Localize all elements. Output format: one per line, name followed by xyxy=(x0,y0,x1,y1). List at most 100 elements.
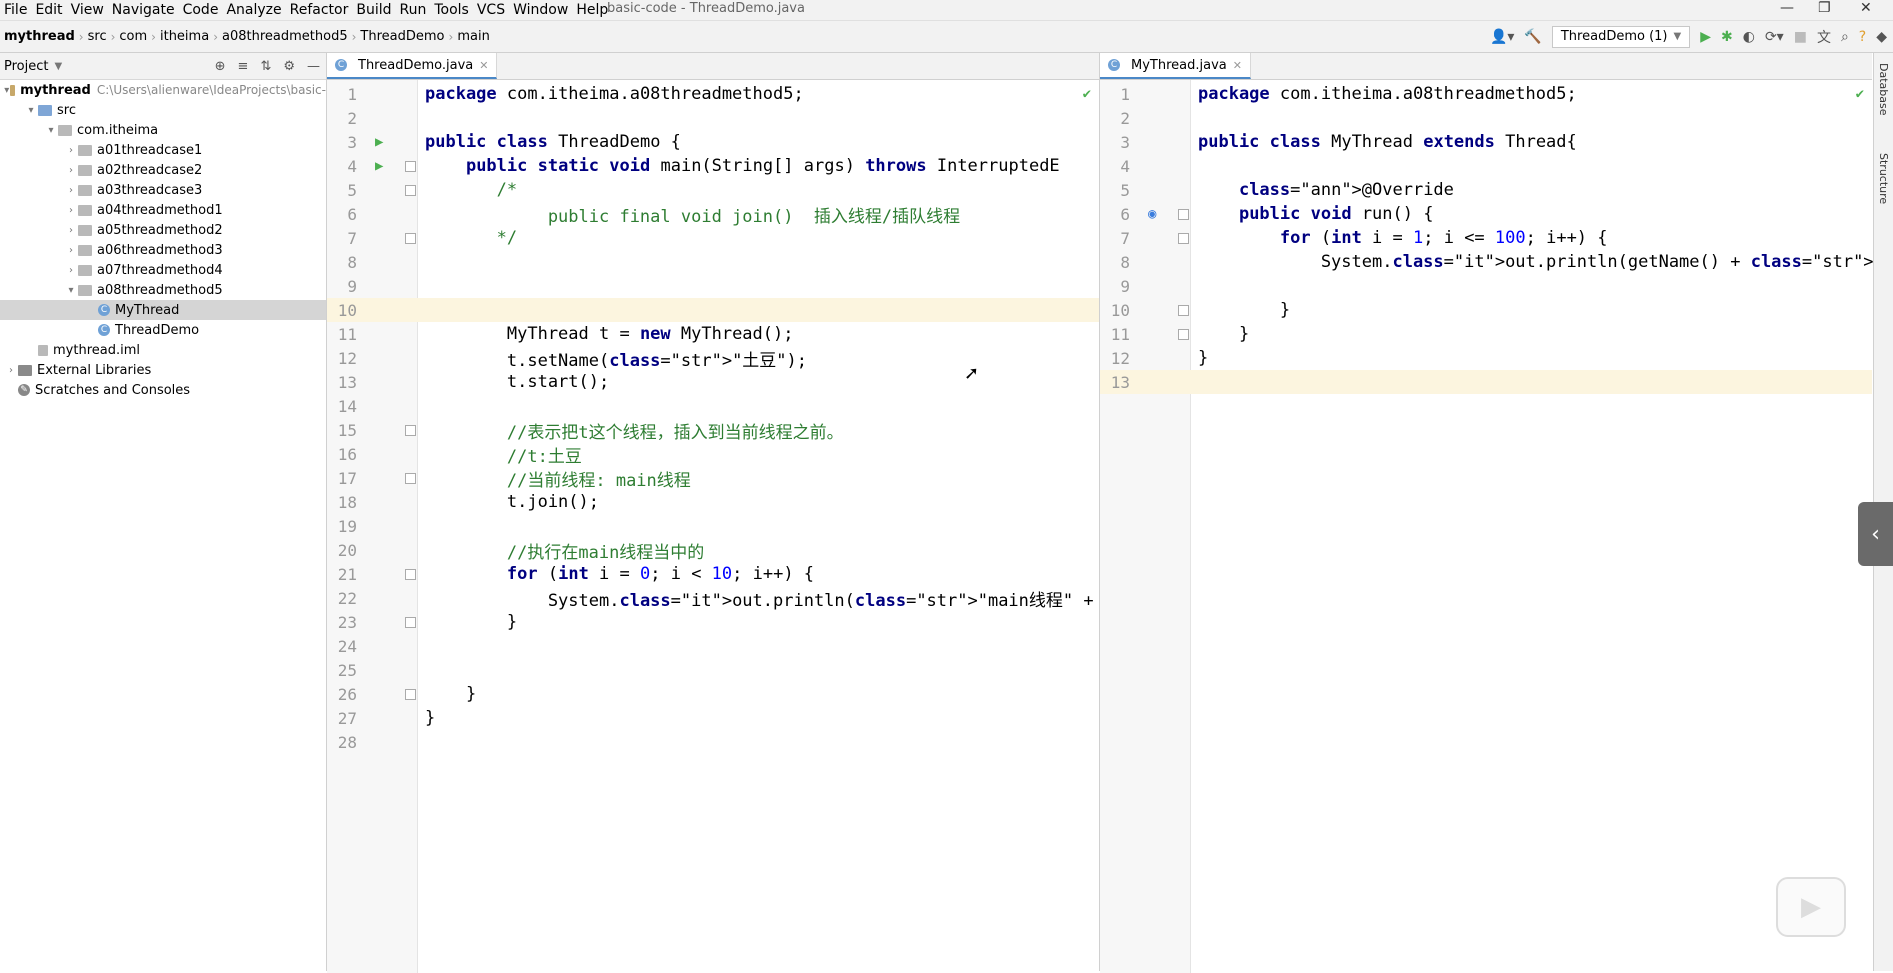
fold-icon[interactable] xyxy=(1178,232,1189,244)
chevron-right-icon[interactable]: › xyxy=(64,185,78,196)
search-icon[interactable]: ⌕ xyxy=(1841,29,1849,45)
tree-item[interactable]: › a04threadmethod1 xyxy=(0,200,326,220)
code-line[interactable]: 25 xyxy=(327,658,1099,682)
breadcrumb-item[interactable]: src xyxy=(84,29,111,44)
code-line[interactable]: 16 //t:土豆 xyxy=(327,442,1099,467)
tab-threaddemo[interactable]: C ThreadDemo.java ✕ xyxy=(327,53,498,79)
menu-build[interactable]: Build xyxy=(352,2,395,18)
code-line[interactable]: 5 /* xyxy=(327,178,1099,202)
tree-item[interactable]: ✎ Scratches and Consoles xyxy=(0,380,326,400)
collapse-all-icon[interactable]: ⇅ xyxy=(260,59,271,74)
menu-edit[interactable]: Edit xyxy=(31,2,66,18)
code-line[interactable]: 9 xyxy=(1100,274,1872,298)
code-line[interactable]: 26 } xyxy=(327,682,1099,706)
chevron-down-icon[interactable]: ▼ xyxy=(54,61,62,72)
code-line[interactable]: 4 xyxy=(1100,154,1872,178)
code-line[interactable]: 20 //执行在main线程当中的 xyxy=(327,538,1099,563)
chevron-right-icon[interactable]: › xyxy=(64,225,78,236)
profile-icon[interactable]: ⟳▾ xyxy=(1765,29,1784,45)
close-icon[interactable]: ✕ xyxy=(1860,0,1872,16)
menu-view[interactable]: View xyxy=(67,2,108,18)
code-line[interactable]: 2 xyxy=(1100,106,1872,130)
menu-run[interactable]: Run xyxy=(396,2,431,18)
fold-icon[interactable] xyxy=(405,184,416,196)
code-line[interactable]: 6 ◉ public void run() { xyxy=(1100,202,1872,226)
menu-tools[interactable]: Tools xyxy=(430,2,473,18)
fold-icon[interactable] xyxy=(1178,304,1189,316)
code-line[interactable]: 4 ▶ public static void main(String[] args… xyxy=(327,154,1099,178)
code-line[interactable]: 17 //当前线程: main线程 xyxy=(327,466,1099,491)
menu-navigate[interactable]: Navigate xyxy=(108,2,179,18)
chevron-right-icon[interactable]: › xyxy=(64,205,78,216)
chevron-down-icon[interactable]: ▾ xyxy=(64,285,78,296)
code-line[interactable]: 8 System.class="it">out.println(getName(… xyxy=(1100,250,1893,274)
code-area-right[interactable]: ✔ 1 package com.itheima.a08threadmethod5;… xyxy=(1100,80,1893,973)
chevron-right-icon[interactable]: › xyxy=(64,245,78,256)
database-tab[interactable]: Database xyxy=(1877,63,1890,116)
code-line[interactable]: 11 MyThread t = new MyThread(); xyxy=(327,322,1099,346)
plugin-icon[interactable]: ◆ xyxy=(1876,29,1887,45)
code-line[interactable]: 12 t.setName(class="str">"土豆"); xyxy=(327,346,1099,371)
help-icon[interactable]: ? xyxy=(1859,29,1866,45)
override-gutter-icon[interactable]: ◉ xyxy=(1148,206,1156,222)
minimize-icon[interactable]: — xyxy=(1780,0,1794,16)
menu-vcs[interactable]: VCS xyxy=(473,2,509,18)
restore-icon[interactable]: ❐ xyxy=(1818,0,1831,16)
run-configuration-select[interactable]: ThreadDemo (1) ▼ xyxy=(1551,25,1691,48)
menu-refactor[interactable]: Refactor xyxy=(286,2,353,18)
menu-file[interactable]: File xyxy=(0,2,31,18)
tree-item[interactable]: C ThreadDemo xyxy=(0,320,326,340)
fold-icon[interactable] xyxy=(1178,208,1189,220)
tab-mythread[interactable]: C MyThread.java ✕ xyxy=(1100,53,1251,79)
coverage-icon[interactable]: ◐ xyxy=(1743,29,1755,45)
code-line[interactable]: 5 class="ann">@Override xyxy=(1100,178,1872,202)
tree-item[interactable]: C MyThread xyxy=(0,300,326,320)
tree-item[interactable]: › a01threadcase1 xyxy=(0,140,326,160)
tree-item[interactable]: › a07threadmethod4 xyxy=(0,260,326,280)
chevron-down-icon[interactable]: ▾ xyxy=(44,125,58,136)
run-gutter-icon[interactable]: ▶ xyxy=(375,134,383,150)
code-line[interactable]: 7 for (int i = 1; i <= 100; i++) { xyxy=(1100,226,1872,250)
tree-item[interactable]: ▾ a08threadmethod5 xyxy=(0,280,326,300)
tree-item[interactable]: › a03threadcase3 xyxy=(0,180,326,200)
chevron-right-icon[interactable]: › xyxy=(64,145,78,156)
gear-icon[interactable]: ⚙ xyxy=(283,59,295,74)
code-line[interactable]: 21 for (int i = 0; i < 10; i++) { xyxy=(327,562,1099,586)
close-tab-icon[interactable]: ✕ xyxy=(479,59,488,72)
code-line[interactable]: 9 xyxy=(327,274,1099,298)
breadcrumb-item[interactable]: mythread xyxy=(0,29,79,44)
code-line[interactable]: 15 //表示把t这个线程，插入到当前线程之前。 xyxy=(327,418,1099,443)
code-line[interactable]: 3 ▶ public class ThreadDemo { xyxy=(327,130,1099,154)
code-line[interactable]: 10 } xyxy=(1100,298,1872,322)
debug-icon[interactable]: ✱ xyxy=(1721,29,1733,45)
close-tab-icon[interactable]: ✕ xyxy=(1233,59,1242,72)
tree-item[interactable]: › a05threadmethod2 xyxy=(0,220,326,240)
fold-icon[interactable] xyxy=(1178,328,1189,340)
menu-analyze[interactable]: Analyze xyxy=(222,2,285,18)
locate-icon[interactable]: ⊕ xyxy=(215,59,226,74)
fold-icon[interactable] xyxy=(405,688,416,700)
tree-item[interactable]: ▾ src xyxy=(0,100,326,120)
code-line[interactable]: 23 } xyxy=(327,610,1099,634)
code-line[interactable]: 3 public class MyThread extends Thread{ xyxy=(1100,130,1872,154)
build-icon[interactable]: 🔨 xyxy=(1524,29,1541,45)
project-view-selector[interactable]: Project xyxy=(4,59,48,74)
code-area-left[interactable]: ✔ 1 package com.itheima.a08threadmethod5;… xyxy=(327,80,1135,973)
code-line[interactable]: 1 package com.itheima.a08threadmethod5; xyxy=(327,82,1099,106)
fold-icon[interactable] xyxy=(405,424,416,436)
menu-window[interactable]: Window xyxy=(509,2,572,18)
breadcrumb-item[interactable]: a08threadmethod5 xyxy=(218,29,352,44)
code-line[interactable]: 1 package com.itheima.a08threadmethod5; xyxy=(1100,82,1872,106)
chevron-left-icon[interactable]: ‹ xyxy=(1858,502,1893,566)
code-line[interactable]: 13 t.start(); xyxy=(327,370,1099,394)
chevron-down-icon[interactable]: ▾ xyxy=(24,105,38,116)
breadcrumb-item[interactable]: main xyxy=(453,29,493,44)
chevron-right-icon[interactable]: › xyxy=(64,165,78,176)
code-line[interactable]: 10 xyxy=(327,298,1099,322)
fold-icon[interactable] xyxy=(405,568,416,580)
structure-tab[interactable]: Structure xyxy=(1877,153,1890,204)
run-icon[interactable]: ▶ xyxy=(1700,29,1711,45)
code-line[interactable]: 11 } xyxy=(1100,322,1872,346)
tree-item[interactable]: mythread.iml xyxy=(0,340,326,360)
code-line[interactable]: 19 xyxy=(327,514,1099,538)
